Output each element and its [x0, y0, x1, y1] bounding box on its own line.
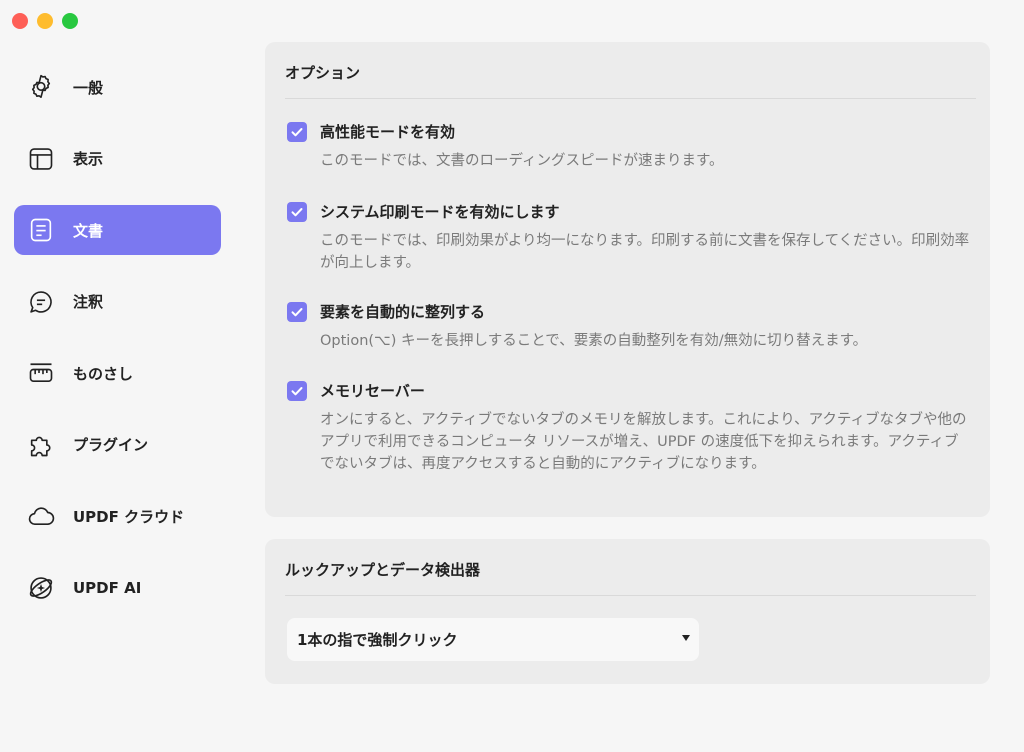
option-description: このモードでは、文書のローディングスピードが速まります。: [320, 153, 724, 169]
select-value: 1本の指で強制クリック: [297, 631, 458, 649]
check-icon: [291, 307, 303, 316]
sidebar-item-document[interactable]: 文書: [14, 205, 221, 255]
layout-icon: [27, 145, 55, 173]
sidebar-item-ai[interactable]: UPDF AI: [14, 563, 221, 613]
check-icon: [291, 207, 303, 216]
close-window-button[interactable]: [12, 13, 28, 29]
option-label: 要素を自動的に整列する: [320, 303, 486, 321]
gear-icon: [27, 73, 55, 101]
ruler-icon: [27, 359, 55, 387]
sidebar-item-display[interactable]: 表示: [14, 134, 221, 184]
sidebar-item-label: 注釈: [73, 293, 104, 311]
lookup-title: ルックアップとデータ検出器: [285, 561, 481, 579]
option-system-print: システム印刷モードを有効にします このモードでは、印刷効果がより均一になります。…: [287, 201, 970, 274]
option-label: メモリセーバー: [320, 382, 425, 400]
sidebar-item-label: ものさし: [73, 364, 134, 383]
maximize-window-button[interactable]: [62, 13, 78, 29]
auto-align-checkbox[interactable]: [287, 301, 307, 322]
lookup-gesture-select[interactable]: 1本の指で強制クリック: [287, 618, 699, 661]
document-icon: [27, 216, 55, 244]
sidebar-item-annotation[interactable]: 注釈: [14, 277, 221, 327]
sidebar-item-label: 一般: [73, 78, 104, 97]
window-controls: [12, 13, 78, 29]
sidebar-item-label: UPDF AI: [73, 578, 142, 597]
option-label: 高性能モードを有効: [320, 123, 456, 141]
option-description: このモードでは、印刷効果がより均一になります。印刷する前に文書を保存してください…: [320, 233, 970, 271]
sidebar-item-label: UPDF クラウド: [73, 507, 185, 526]
sidebar-item-ruler[interactable]: ものさし: [14, 348, 221, 398]
option-high-performance: 高性能モードを有効 このモードでは、文書のローディングスピードが速まります。: [287, 121, 967, 172]
sidebar-item-label: プラグイン: [73, 436, 149, 454]
sidebar-item-label: 表示: [73, 150, 104, 168]
high-performance-checkbox[interactable]: [287, 121, 307, 142]
sidebar-item-plugins[interactable]: プラグイン: [14, 420, 221, 470]
preferences-window: 一般 表示 文書 注釈 ものさし プラグイン UPDF クラウド UPDF AI…: [0, 0, 1024, 752]
option-label: システム印刷モードを有効にします: [320, 203, 560, 221]
minimize-window-button[interactable]: [37, 13, 53, 29]
sidebar-item-general[interactable]: 一般: [14, 62, 221, 112]
dropdown-arrow-icon: [682, 635, 690, 641]
options-panel: オプション 高性能モードを有効 このモードでは、文書のローディングスピードが速ま…: [265, 42, 990, 517]
options-title: オプション: [285, 64, 361, 82]
sidebar-item-label: 文書: [73, 221, 104, 240]
comment-icon: [27, 288, 55, 316]
sidebar-item-cloud[interactable]: UPDF クラウド: [14, 491, 221, 541]
sidebar: 一般 表示 文書 注釈 ものさし プラグイン UPDF クラウド UPDF AI: [14, 62, 221, 634]
system-print-checkbox[interactable]: [287, 201, 307, 222]
puzzle-icon: [27, 431, 55, 459]
option-description: Option(⌥) キーを長押しすることで、要素の自動整列を有効/無効に切り替え…: [320, 333, 868, 349]
option-auto-align: 要素を自動的に整列する Option(⌥) キーを長押しすることで、要素の自動整…: [287, 301, 967, 352]
memory-saver-checkbox[interactable]: [287, 380, 307, 401]
lookup-divider: [285, 595, 976, 596]
option-memory-saver: メモリセーバー オンにすると、アクティブでないタブのメモリを解放します。これによ…: [287, 380, 967, 475]
options-divider: [285, 98, 976, 99]
option-description: オンにすると、アクティブでないタブのメモリを解放します。これにより、アクティブな…: [320, 412, 967, 472]
check-icon: [291, 127, 303, 136]
lookup-panel: ルックアップとデータ検出器 1本の指で強制クリック: [265, 539, 990, 684]
cloud-icon: [27, 502, 55, 530]
check-icon: [291, 386, 303, 395]
ai-icon: [27, 574, 55, 602]
